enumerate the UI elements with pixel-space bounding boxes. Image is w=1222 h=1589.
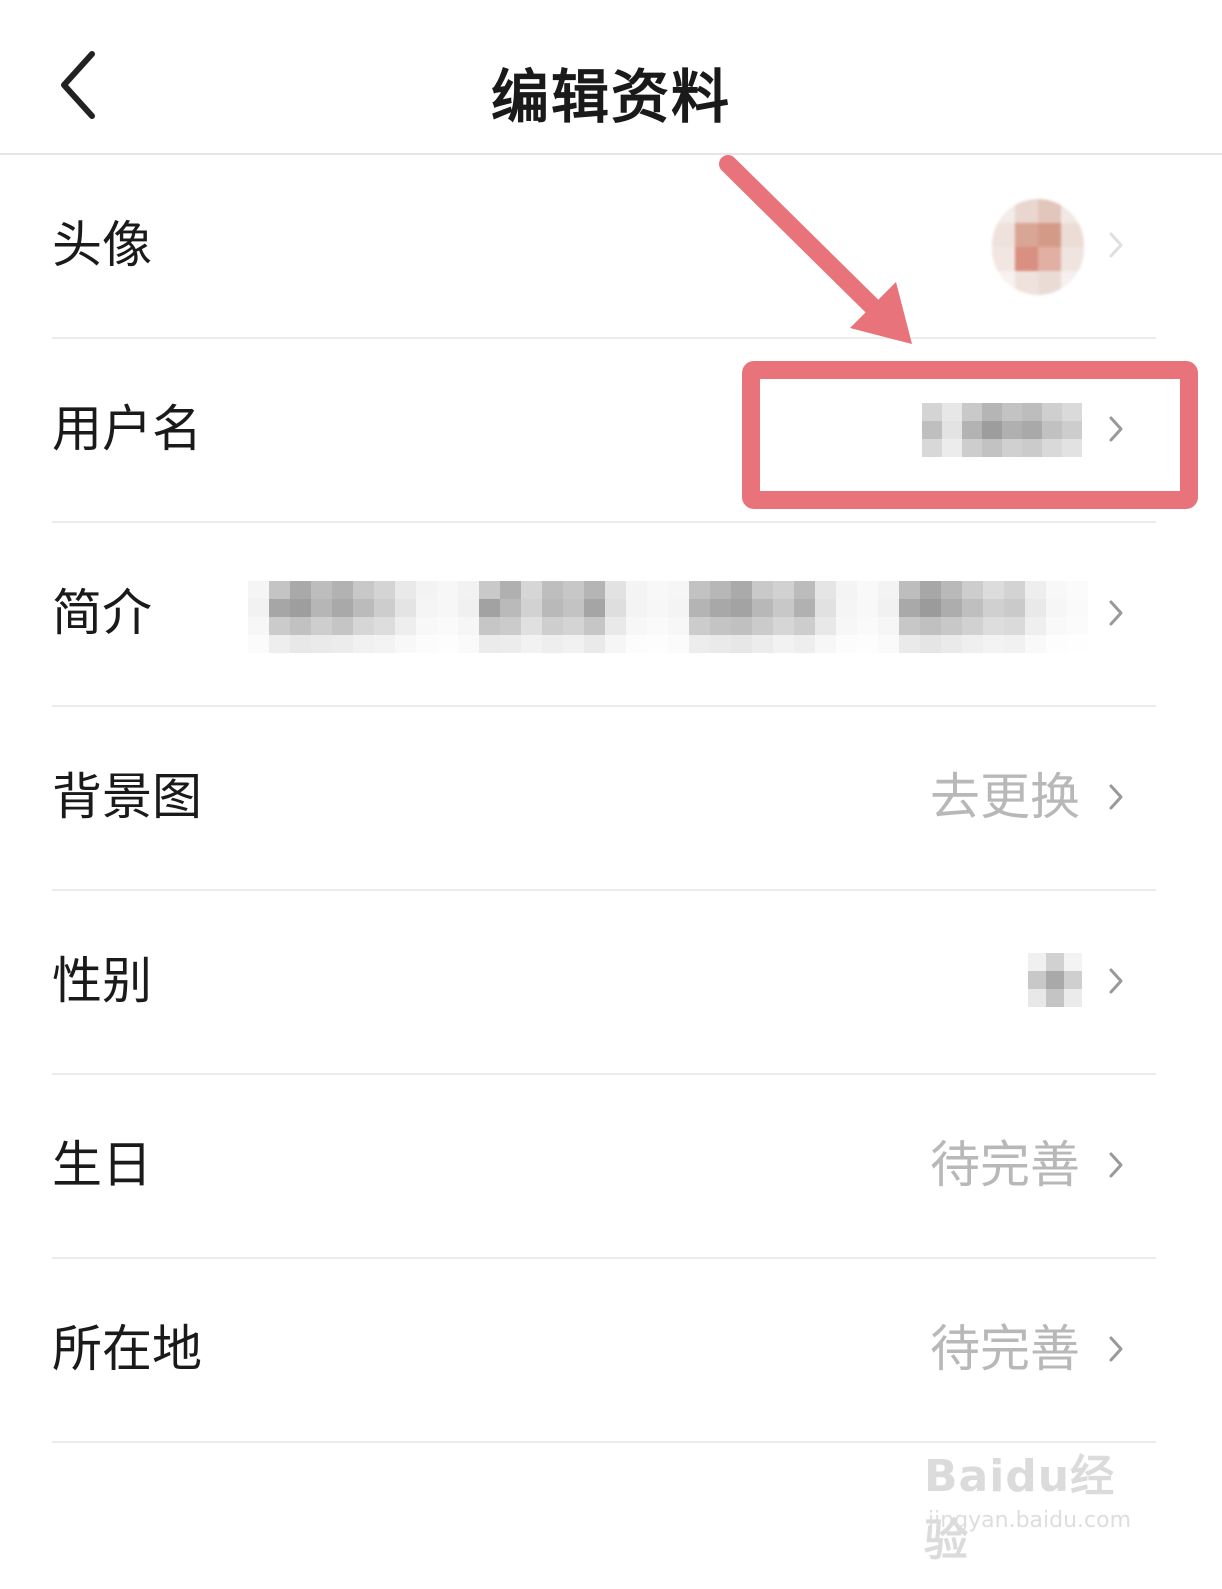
- background-image-row[interactable]: 背景图 去更换: [52, 707, 1156, 891]
- chevron-right-icon: [1109, 784, 1123, 810]
- watermark: Baidu经验 jingyan.baidu.com: [924, 1440, 1154, 1566]
- bio-label: 简介: [52, 584, 152, 642]
- page-title: 编辑资料: [490, 63, 731, 131]
- watermark-brand: Baidu经验: [924, 1451, 1116, 1566]
- avatar-row[interactable]: 头像: [52, 155, 1156, 339]
- chevron-right-icon: [1109, 600, 1123, 626]
- background-image-label: 背景图: [52, 768, 202, 826]
- chevron-right-icon: [1109, 968, 1123, 994]
- bio-value-pixelated: [248, 581, 1088, 653]
- gender-value-pixelated: [1028, 953, 1082, 1007]
- annotation-arrow-icon: [719, 155, 912, 344]
- birthday-value: 待完善: [930, 1136, 1080, 1194]
- highlight-box: [742, 361, 1198, 509]
- chevron-right-icon: [1109, 232, 1123, 258]
- avatar-image: [992, 199, 1084, 295]
- bio-row[interactable]: 简介: [52, 523, 1156, 707]
- birthday-label: 生日: [52, 1136, 152, 1194]
- top-bar: 编辑资料: [0, 0, 1222, 155]
- chevron-right-icon: [1109, 1152, 1123, 1178]
- gender-label: 性别: [52, 952, 152, 1010]
- watermark-url: jingyan.baidu.com: [928, 1508, 1132, 1533]
- location-value: 待完善: [930, 1320, 1080, 1378]
- username-label: 用户名: [52, 400, 202, 458]
- gender-row[interactable]: 性别: [52, 891, 1156, 1075]
- birthday-row[interactable]: 生日 待完善: [52, 1075, 1156, 1259]
- chevron-right-icon: [1109, 1336, 1123, 1362]
- avatar-label: 头像: [52, 216, 152, 274]
- location-row[interactable]: 所在地 待完善: [52, 1259, 1156, 1443]
- background-image-value: 去更换: [930, 768, 1080, 826]
- location-label: 所在地: [52, 1320, 202, 1378]
